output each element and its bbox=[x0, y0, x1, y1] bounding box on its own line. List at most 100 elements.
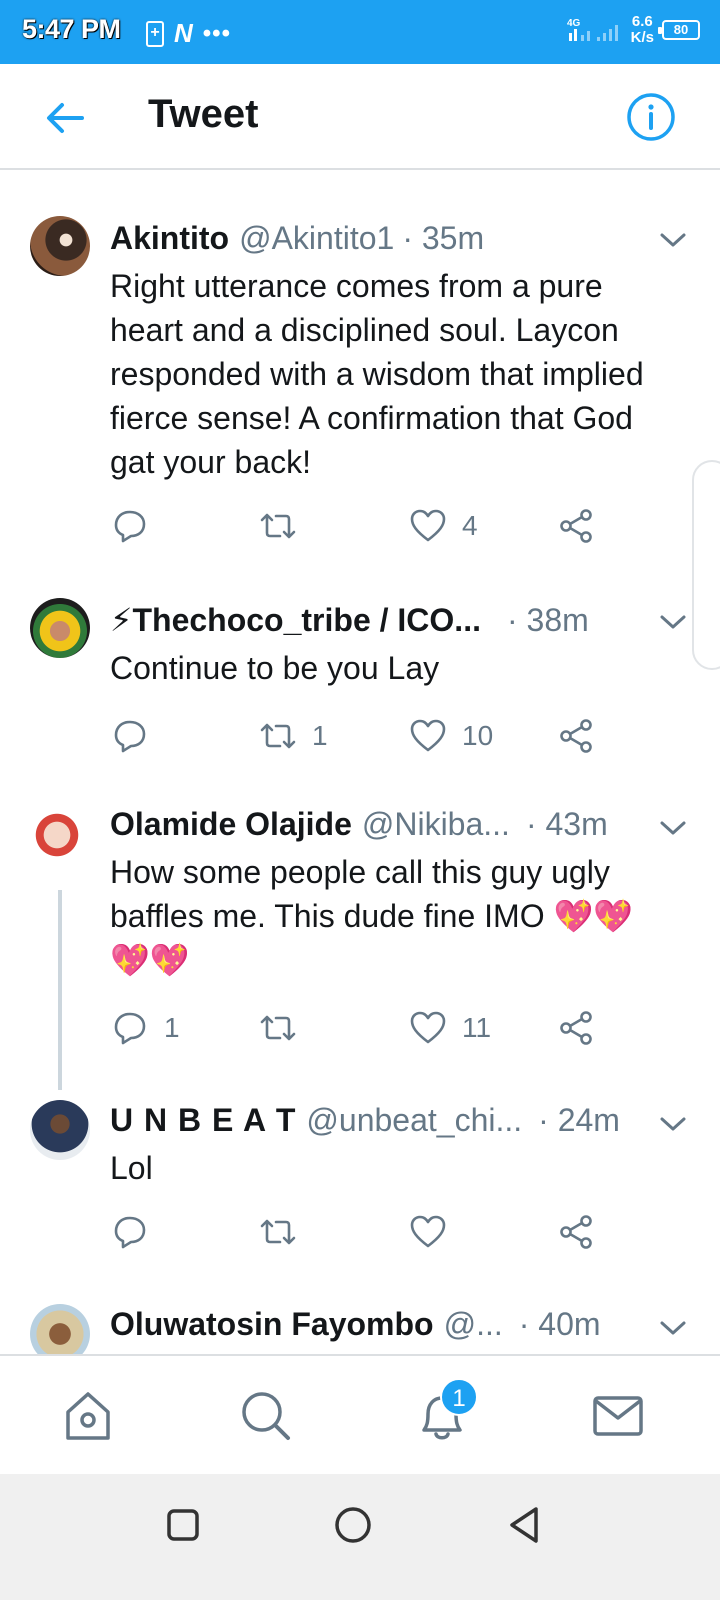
status-left-icons: + N ••• bbox=[146, 18, 231, 49]
tweet-time: · 24m bbox=[538, 1102, 620, 1138]
retweet-button[interactable] bbox=[258, 504, 312, 548]
home-circle-icon[interactable] bbox=[328, 1500, 378, 1550]
tweet-item[interactable]: U N B E A T @unbeat_chi... · 24m Lol bbox=[0, 1092, 720, 1292]
share-icon bbox=[560, 1011, 592, 1045]
tweet-author-name[interactable]: Olamide Olajide bbox=[110, 804, 352, 844]
tweet-text: Right utterance comes from a pure heart … bbox=[110, 268, 644, 480]
sparkling-heart-emoji: 💖 bbox=[149, 942, 190, 978]
info-icon[interactable] bbox=[624, 90, 678, 144]
tweet-author-handle[interactable]: @unbeat_chi... bbox=[306, 1100, 522, 1140]
heart-icon bbox=[410, 1011, 446, 1044]
bottom-navigation: 1 bbox=[0, 1354, 720, 1474]
share-button[interactable] bbox=[556, 714, 596, 758]
like-button[interactable] bbox=[408, 1210, 462, 1254]
retweet-icon bbox=[260, 513, 296, 539]
tweet-time: · 38m bbox=[506, 602, 589, 638]
tweet-item[interactable]: Olamide Olajide @Nikiba... · 43m How som… bbox=[0, 796, 720, 1092]
tweet-time: · 40m bbox=[518, 1306, 601, 1342]
retweet-button[interactable] bbox=[258, 1006, 312, 1050]
tweet-actions: 1 11 bbox=[110, 1006, 610, 1050]
speed-unit: K/s bbox=[630, 29, 654, 46]
n-app-icon: N bbox=[174, 18, 193, 48]
tweet-header: Olamide Olajide @Nikiba... · 43m bbox=[110, 804, 636, 844]
tweet-author-handle[interactable]: @... bbox=[444, 1304, 503, 1344]
like-button[interactable]: 11 bbox=[408, 1006, 491, 1050]
like-count: 4 bbox=[462, 510, 478, 541]
chevron-down-icon[interactable] bbox=[658, 1112, 688, 1136]
like-button[interactable]: 10 bbox=[408, 714, 493, 758]
tweet-text-segment: baffles me. This dude fine IMO bbox=[110, 898, 545, 934]
status-time: 5:47 PM bbox=[22, 14, 121, 44]
reply-count: 1 bbox=[164, 1012, 180, 1043]
tweet-text: Lol bbox=[110, 1150, 153, 1186]
sparkling-heart-emoji: 💖 bbox=[553, 898, 594, 934]
tweet-item[interactable]: Akintito @Akintito1 · 35m Right utteranc… bbox=[0, 170, 720, 590]
home-icon[interactable] bbox=[58, 1386, 118, 1446]
reply-button[interactable]: 1 bbox=[110, 1006, 180, 1050]
share-icon bbox=[560, 509, 592, 543]
chevron-down-icon[interactable] bbox=[658, 1316, 688, 1340]
retweet-button[interactable]: 1 bbox=[258, 714, 328, 758]
chevron-down-icon[interactable] bbox=[658, 610, 688, 634]
tweet-text-line: baffles me. This dude fine IMO 💖💖 bbox=[110, 894, 680, 938]
tweet-item[interactable]: ⚡Thechoco_tribe / ICO... · 38m Continue … bbox=[0, 590, 720, 796]
status-bar: 5:47 PM + N ••• 4G 6.6 K/s 80 bbox=[0, 0, 720, 64]
tweet-author-name[interactable]: ⚡Thechoco_tribe / ICO... bbox=[110, 600, 481, 640]
tweet-author-name[interactable]: Oluwatosin Fayombo bbox=[110, 1304, 434, 1344]
app-header: Tweet bbox=[0, 64, 720, 170]
like-count: 11 bbox=[462, 1012, 492, 1043]
back-triangle-icon[interactable] bbox=[500, 1500, 550, 1550]
share-icon bbox=[560, 719, 592, 753]
sparkling-heart-emoji: 💖 bbox=[110, 942, 150, 978]
more-dots-icon: ••• bbox=[202, 19, 231, 47]
tweet-item[interactable]: Oluwatosin Fayombo @... · 40m bbox=[0, 1292, 720, 1354]
avatar[interactable] bbox=[30, 1304, 90, 1354]
reply-button[interactable] bbox=[110, 714, 164, 758]
page-title: Tweet bbox=[148, 92, 259, 136]
avatar[interactable] bbox=[30, 808, 90, 868]
search-icon[interactable] bbox=[236, 1386, 296, 1446]
chevron-down-icon[interactable] bbox=[658, 228, 688, 252]
thread-connector bbox=[58, 890, 62, 1090]
tweet-actions bbox=[110, 1210, 610, 1254]
battery-icon: 80 bbox=[658, 20, 700, 40]
share-button[interactable] bbox=[556, 504, 596, 548]
like-button[interactable]: 4 bbox=[408, 504, 478, 548]
reply-button[interactable] bbox=[110, 1210, 164, 1254]
tweet-actions: 4 bbox=[110, 504, 610, 548]
tweet-text: Continue to be you Lay bbox=[110, 650, 440, 686]
tweet-author-name[interactable]: U N B E A T bbox=[110, 1100, 296, 1140]
sparkling-heart-emoji: 💖 bbox=[593, 898, 634, 934]
status-right-icons: 4G 6.6 K/s 80 bbox=[567, 14, 700, 46]
share-button[interactable] bbox=[556, 1210, 596, 1254]
tweet-author-name[interactable]: Akintito bbox=[110, 218, 229, 258]
avatar[interactable] bbox=[30, 598, 90, 658]
tweet-text-line: How some people call this guy ugly bbox=[110, 854, 610, 890]
battery-saver-icon: + bbox=[146, 20, 164, 47]
retweet-button[interactable] bbox=[258, 1210, 312, 1254]
reply-button[interactable] bbox=[110, 504, 164, 548]
tweet-header: ⚡Thechoco_tribe / ICO... · 38m bbox=[110, 600, 636, 640]
like-count: 10 bbox=[462, 720, 494, 751]
reply-icon bbox=[114, 1012, 146, 1045]
heart-icon bbox=[410, 509, 446, 542]
tweet-header: Akintito @Akintito1 · 35m bbox=[110, 218, 636, 258]
avatar[interactable] bbox=[30, 216, 90, 276]
tweet-author-handle[interactable]: @Akintito1 bbox=[239, 218, 394, 258]
tweet-actions: 1 10 bbox=[110, 714, 610, 758]
tweet-time: · 35m bbox=[402, 220, 485, 256]
retweet-count: 1 bbox=[312, 720, 328, 751]
chevron-down-icon[interactable] bbox=[658, 816, 688, 840]
recents-square-icon[interactable] bbox=[158, 1500, 208, 1550]
tweet-header: U N B E A T @unbeat_chi... · 24m bbox=[110, 1100, 636, 1140]
messages-icon[interactable] bbox=[588, 1386, 648, 1446]
reply-icon bbox=[114, 720, 146, 753]
heart-icon bbox=[410, 1215, 446, 1248]
heart-icon bbox=[410, 719, 446, 752]
share-button[interactable] bbox=[556, 1006, 596, 1050]
back-arrow-icon[interactable] bbox=[40, 92, 92, 144]
tweet-author-handle[interactable]: @Nikiba... bbox=[362, 804, 510, 844]
network-label: 4G bbox=[567, 18, 581, 29]
avatar[interactable] bbox=[30, 1100, 90, 1160]
share-icon bbox=[560, 1215, 592, 1249]
